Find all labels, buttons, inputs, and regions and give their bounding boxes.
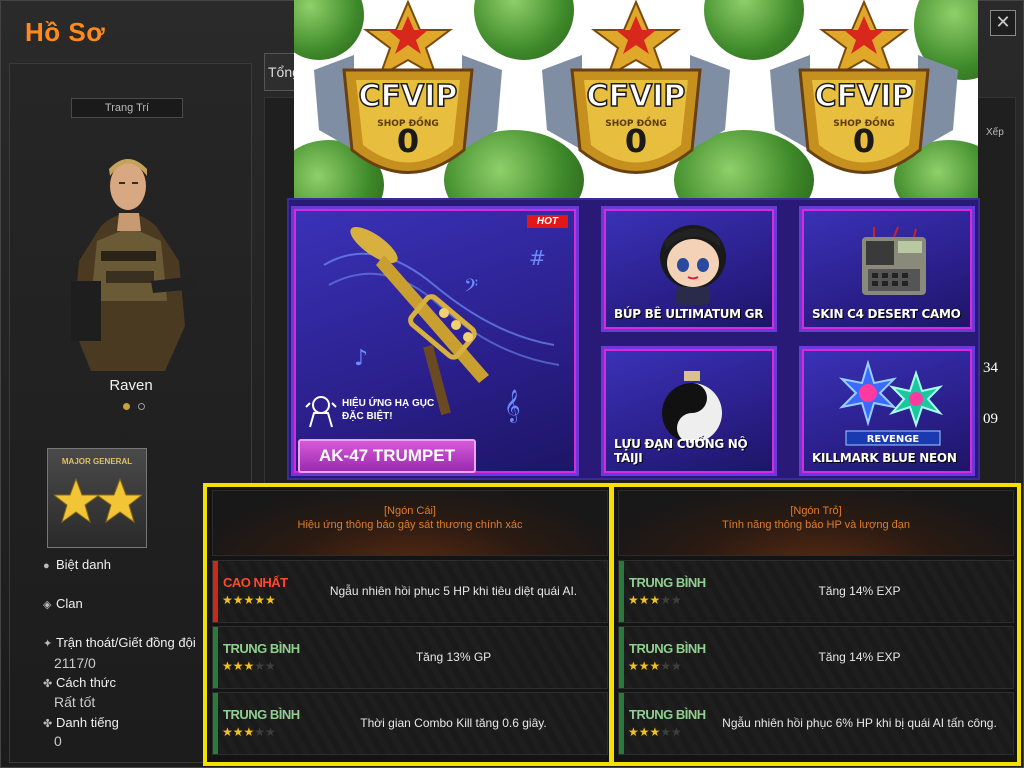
- column-kind: [Ngón Cái]: [384, 505, 436, 517]
- star-rating: ★★★★★: [628, 659, 682, 673]
- stat-desert-value: 2117/0: [54, 655, 96, 671]
- stat-style-value: Rất tốt: [54, 694, 96, 710]
- effect-caption: HIỆU ỨNG HẠ GỤC ĐẶC BIỆT!: [342, 398, 435, 422]
- close-button[interactable]: ✕: [990, 10, 1016, 36]
- stat-clan-label: ◈ Clan: [43, 596, 83, 611]
- column-header: [Ngón Trỏ] Tính năng thông báo HP và lượ…: [618, 490, 1014, 556]
- clover-icon: ✤: [43, 678, 53, 690]
- character-name: Raven: [109, 377, 153, 394]
- item-title: BÚP BÊ ULTIMATUM GR: [614, 307, 764, 321]
- svg-text:𝄢: 𝄢: [464, 276, 478, 301]
- revenge-label: REVENGE: [867, 434, 920, 445]
- skull-effect-icon: [305, 396, 337, 428]
- shop-item-ak47-trumpet[interactable]: HOT 𝄢 # ♪ 𝄞 HIỆU ỨNG HẠ GỤC ĐẶC BIỆT! AK-…: [291, 206, 579, 476]
- star-rating: ★★★★★: [222, 725, 276, 739]
- star-rating: ★★★★★: [222, 593, 276, 607]
- column-desc: Tính năng thông báo HP và lượng đạn: [721, 519, 911, 531]
- item-title: LỰU ĐẠN CUỒNG NỘ TAIJI: [614, 437, 748, 465]
- shop-grid: HOT 𝄢 # ♪ 𝄞 HIỆU ỨNG HẠ GỤC ĐẶC BIỆT! AK-…: [287, 198, 980, 480]
- close-icon[interactable]: ✕: [995, 12, 1010, 33]
- star-rating: ★★★★★: [628, 593, 682, 607]
- item-title: KILLMARK BLUE NEON: [812, 451, 957, 465]
- effect-row: TRUNG BÌNH ★★★★★ Tăng 14% EXP: [618, 560, 1014, 623]
- side-number: 09: [983, 411, 998, 427]
- decor-button[interactable]: Trang Trí: [71, 98, 183, 118]
- character-avatar: [71, 159, 196, 371]
- taiji-grenade-icon: [662, 371, 722, 443]
- column-header: [Ngón Cái] Hiệu ứng thông báo gây sát th…: [212, 490, 608, 556]
- vip-badge-label: CFVIP: [587, 79, 686, 114]
- effect-panel: [Ngón Cái] Hiệu ứng thông báo gây sát th…: [203, 483, 1021, 766]
- side-number: 34: [983, 360, 998, 376]
- star-rating: ★★★★★: [222, 659, 276, 673]
- killmark-icon: REVENGE: [838, 359, 944, 446]
- effect-text: Ngẫu nhiên hồi phục 5 HP khi tiêu diệt q…: [329, 584, 578, 598]
- stat-nickname-label: ● Biệt danh: [43, 557, 111, 572]
- stat-fame-label: ✤ Danh tiếng: [43, 715, 119, 730]
- effect-row: TRUNG BÌNH ★★★★★ Tăng 13% GP: [212, 626, 608, 689]
- clover-icon: ✤: [43, 718, 53, 730]
- running-icon: ✦: [43, 638, 53, 650]
- tier-label: TRUNG BÌNH: [223, 707, 300, 722]
- tier-label: CAO NHẤT: [223, 575, 288, 590]
- tier-label: TRUNG BÌNH: [629, 707, 706, 722]
- vip-badge-icon: CFVIP 0 SHOP ĐỒNG: [314, 0, 502, 174]
- column-kind: [Ngón Trỏ]: [790, 505, 842, 517]
- vip-banner: CFVIP 0 SHOP ĐỒNG CFVIP 0 SHOP ĐỒNG CFVI…: [294, 0, 978, 198]
- shop-item-doll[interactable]: BÚP BÊ ULTIMATUM GR: [601, 206, 777, 332]
- stat-style-label: ✤ Cách thức: [43, 675, 117, 690]
- pager-dot-active[interactable]: [123, 403, 130, 410]
- c4-bomb-icon: [862, 226, 926, 295]
- shop-item-taiji-grenade[interactable]: LỰU ĐẠN CUỒNG NỘ TAIJI: [601, 346, 777, 476]
- shield-icon: ◈: [43, 599, 52, 611]
- shop-item-killmark[interactable]: REVENGE KILLMARK BLUE NEON: [799, 346, 975, 476]
- rank-label: MAJOR GENERAL: [61, 457, 133, 466]
- vip-badge-label: CFVIP: [815, 79, 914, 114]
- main-item-label: AK-47 TRUMPET: [298, 439, 476, 473]
- effect-row: TRUNG BÌNH ★★★★★ Tăng 14% EXP: [618, 626, 1014, 689]
- tier-label: TRUNG BÌNH: [223, 641, 300, 656]
- effect-text: Thời gian Combo Kill tăng 0.6 giây.: [360, 716, 547, 730]
- pager-dot[interactable]: [138, 403, 145, 410]
- tier-label: TRUNG BÌNH: [629, 641, 706, 656]
- star-rating: ★★★★★: [628, 725, 682, 739]
- doll-icon: [660, 225, 726, 305]
- stat-desert-label: ✦ Trận thoát/Giết đồng đội: [43, 635, 196, 650]
- svg-text:♪: ♪: [354, 346, 368, 371]
- star-icon: [54, 477, 142, 524]
- index-effects-column: [Ngón Trỏ] Tính năng thông báo HP và lượ…: [618, 490, 1014, 760]
- item-title: SKIN C4 DESERT CAMO: [812, 307, 961, 321]
- shop-item-c4-skin[interactable]: SKIN C4 DESERT CAMO: [799, 206, 975, 332]
- effect-row: TRUNG BÌNH ★★★★★ Ngẫu nhiên hồi phục 6% …: [618, 692, 1014, 755]
- column-divider: [609, 487, 614, 762]
- effect-text: Ngẫu nhiên hồi phục 6% HP khi bị quái AI…: [722, 716, 997, 730]
- column-desc: Hiệu ứng thông báo gây sát thương chính …: [297, 519, 523, 531]
- sort-label: Xếp: [986, 127, 1004, 138]
- svg-text:𝄞: 𝄞: [504, 389, 521, 423]
- person-icon: ●: [43, 560, 50, 572]
- svg-text:#: #: [529, 246, 546, 270]
- thumb-effects-column: [Ngón Cái] Hiệu ứng thông báo gây sát th…: [212, 490, 608, 760]
- window-title: Hồ Sơ: [25, 17, 106, 47]
- effect-text: Tăng 14% EXP: [818, 584, 901, 598]
- effect-text: Tăng 14% EXP: [818, 650, 901, 664]
- vip-badge-icon: CFVIP 0 SHOP ĐỒNG: [770, 0, 958, 174]
- effect-text: Tăng 13% GP: [415, 650, 492, 664]
- effect-row: CAO NHẤT ★★★★★ Ngẫu nhiên hồi phục 5 HP …: [212, 560, 608, 623]
- effect-row: TRUNG BÌNH ★★★★★ Thời gian Combo Kill tă…: [212, 692, 608, 755]
- tier-label: TRUNG BÌNH: [629, 575, 706, 590]
- stat-fame-value: 0: [54, 733, 62, 749]
- vip-badge-label: CFVIP: [359, 79, 458, 114]
- vip-badge-icon: CFVIP 0 SHOP ĐỒNG: [542, 0, 730, 174]
- rank-badge: MAJOR GENERAL: [47, 448, 147, 548]
